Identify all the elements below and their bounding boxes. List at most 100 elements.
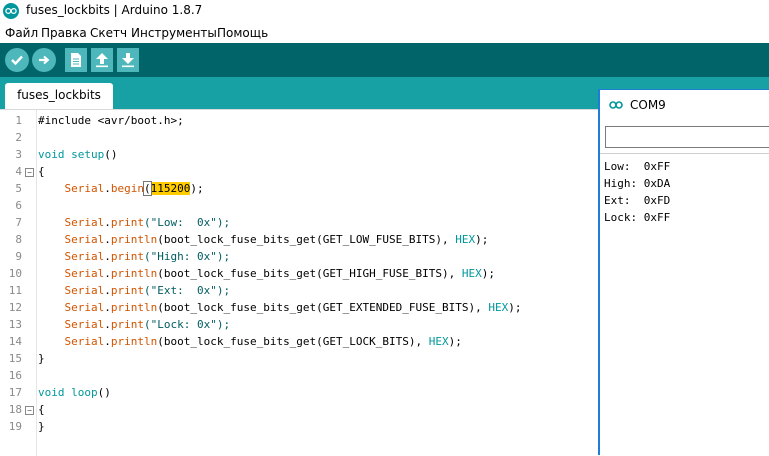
code-token: HEX [488, 301, 509, 314]
code-token: . [104, 301, 111, 314]
menu-file[interactable]: Файл [5, 26, 38, 40]
fold-toggle-icon[interactable]: − [25, 168, 34, 177]
line-number: 3 [15, 148, 22, 161]
menu-sketch[interactable]: Скетч [90, 26, 127, 40]
upload-button[interactable] [32, 48, 56, 72]
code-token: Serial [64, 216, 105, 229]
title-bar: fuses_lockbits | Arduino 1.8.7 [0, 0, 769, 23]
line-number: 10 [8, 267, 22, 280]
code-token: . [104, 267, 111, 280]
serial-monitor-title: COM9 [630, 98, 666, 112]
code-token: ("Low: 0x"); [144, 216, 231, 229]
code-token: { [38, 403, 45, 416]
serial-output-line: Lock: 0xFF [604, 211, 671, 224]
tab-label: fuses_lockbits [17, 88, 101, 102]
line-number: 15 [8, 352, 22, 365]
code-token: begin [110, 182, 144, 195]
save-button[interactable] [117, 48, 139, 72]
code-token: println [110, 267, 158, 280]
code-line[interactable]: Serial.println(boot_lock_fuse_bits_get(G… [38, 265, 496, 282]
code-token: Serial [64, 301, 105, 314]
code-token: ("High: 0x"); [144, 250, 231, 263]
code-token: . [104, 182, 111, 195]
code-token: HEX [428, 335, 449, 348]
code-token: (boot_lock_fuse_bits_get(GET_EXTENDED_FU… [157, 301, 489, 314]
code-token: println [110, 233, 158, 246]
menu-tools[interactable]: Инструменты [131, 26, 217, 40]
code-token: #include <avr/boot.h>; [38, 114, 184, 127]
line-number: 18 [8, 403, 22, 416]
code-token: setup [71, 148, 105, 161]
fold-toggle-icon[interactable]: − [25, 406, 34, 415]
code-line[interactable]: Serial.print("High: 0x"); [38, 248, 231, 265]
code-token: Serial [64, 335, 105, 348]
line-number: 8 [15, 233, 22, 246]
serial-output: Low: 0xFF High: 0xDA Ext: 0xFD Lock: 0xFF [604, 158, 670, 226]
code-line[interactable]: Serial.begin(115200); [38, 180, 204, 197]
code-line[interactable]: Serial.println(boot_lock_fuse_bits_get(G… [38, 231, 489, 248]
toolbar [0, 43, 769, 77]
code-line[interactable]: { [38, 163, 45, 180]
code-line[interactable]: } [38, 350, 45, 367]
code-token: Serial [64, 318, 105, 331]
code-token: print [110, 250, 144, 263]
code-token: } [38, 352, 45, 365]
code-line[interactable]: void loop() [38, 384, 111, 401]
tab-fuses-lockbits[interactable]: fuses_lockbits [5, 83, 113, 109]
code-token: (boot_lock_fuse_bits_get(GET_LOCK_BITS), [157, 335, 429, 348]
code-token: loop [71, 386, 98, 399]
line-number-gutter: 1 2 3 4 5 6 7 8 9 10 11 12 13 14 15 16 17 18 19− − [0, 110, 37, 456]
code-line[interactable]: Serial.print("Low: 0x"); [38, 214, 231, 231]
serial-output-line: High: 0xDA [604, 177, 671, 190]
code-token: ); [475, 233, 489, 246]
code-editor[interactable]: 1 2 3 4 5 6 7 8 9 10 11 12 13 14 15 16 17 18 19− − #include… [0, 109, 600, 456]
code-token: println [110, 335, 158, 348]
code-token: void [38, 386, 65, 399]
code-line[interactable]: } [38, 418, 45, 435]
code-line[interactable]: Serial.println(boot_lock_fuse_bits_get(G… [38, 299, 522, 316]
menu-edit[interactable]: Правка [41, 26, 87, 40]
new-button[interactable] [65, 48, 87, 72]
line-number: 12 [8, 301, 22, 314]
code-token: . [104, 216, 111, 229]
code-token: 115200 [150, 182, 191, 195]
code-token: Serial [64, 284, 105, 297]
code-token: ); [190, 182, 204, 195]
code-line[interactable]: #include <avr/boot.h>; [38, 112, 184, 129]
arduino-logo-icon [3, 3, 19, 19]
code-line[interactable]: Serial.println(boot_lock_fuse_bits_get(G… [38, 333, 462, 350]
code-token: () [97, 386, 111, 399]
line-number: 7 [15, 216, 22, 229]
code-token: print [110, 284, 144, 297]
verify-button[interactable] [5, 48, 29, 72]
code-token: Serial [64, 233, 105, 246]
code-token: ("Lock: 0x"); [144, 318, 231, 331]
serial-monitor-titlebar[interactable]: COM9 [600, 90, 769, 120]
code-token: HEX [461, 267, 482, 280]
menu-help[interactable]: Помощь [217, 26, 268, 40]
code-token: ); [481, 267, 495, 280]
code-token: ("Ext: 0x"); [144, 284, 231, 297]
line-number: 9 [15, 250, 22, 263]
new-icon [71, 53, 81, 67]
line-number: 16 [8, 369, 22, 382]
open-icon [96, 53, 108, 68]
code-token: ( [143, 181, 152, 196]
upload-icon [39, 55, 50, 65]
code-token: ); [448, 335, 462, 348]
code-token: (boot_lock_fuse_bits_get(GET_HIGH_FUSE_B… [157, 267, 462, 280]
code-line[interactable]: void setup() [38, 146, 118, 163]
code-line[interactable]: { [38, 401, 45, 418]
open-button[interactable] [91, 48, 113, 72]
code-line[interactable]: Serial.print("Ext: 0x"); [38, 282, 231, 299]
code-line[interactable]: Serial.print("Lock: 0x"); [38, 316, 231, 333]
serial-input-field[interactable] [605, 126, 769, 148]
